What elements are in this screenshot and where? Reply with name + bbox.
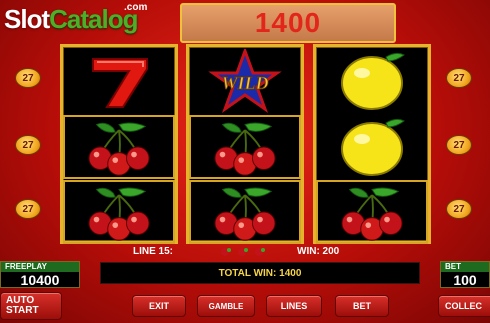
lines-button[interactable]: LINES <box>266 295 322 317</box>
mini-cherries-icon <box>221 248 265 256</box>
auto-start-line2: START <box>6 305 39 316</box>
cherries-icon <box>88 122 150 176</box>
seven-symbol <box>63 49 175 113</box>
exit-button[interactable]: EXIT <box>132 295 186 317</box>
cherries-symbol <box>189 115 301 179</box>
auto-start-button[interactable]: AUTO START <box>0 292 62 320</box>
gamble-button[interactable]: GAMBLE <box>197 295 255 317</box>
collect-button[interactable]: COLLEC <box>438 295 490 317</box>
cherries-icon <box>214 187 276 241</box>
wild-symbol: WILD <box>189 49 301 113</box>
line-badge-right-3[interactable]: 27 <box>446 199 472 219</box>
freeplay-value: 10400 <box>20 272 60 288</box>
bet-value: 100 <box>453 272 477 288</box>
lemon-symbol <box>316 49 428 113</box>
cherries-symbol <box>316 180 428 244</box>
lemon-symbol <box>316 115 428 179</box>
total-win-bar: TOTAL WIN: 1400 <box>100 262 420 284</box>
logo-slot-text: Slot <box>4 4 50 34</box>
reel-2: WILD <box>186 44 304 244</box>
line-badge-left-1[interactable]: 27 <box>15 68 41 88</box>
bet-panel: BET 100 <box>440 261 490 288</box>
reel-1 <box>60 44 178 244</box>
lemon-icon <box>341 52 405 110</box>
cherries-symbol <box>189 180 301 244</box>
line-info: LINE 15: <box>133 246 174 257</box>
seven-icon <box>92 58 148 108</box>
cherries-symbol <box>63 115 175 179</box>
lemon-icon <box>341 118 405 176</box>
win-display: 1400 <box>180 3 396 43</box>
line-badge-left-2[interactable]: 27 <box>15 135 41 155</box>
wild-star-icon: WILD <box>208 49 282 113</box>
cherries-symbol <box>63 180 175 244</box>
line-win-info: WIN: 200 <box>297 246 340 257</box>
line-badge-right-2[interactable]: 27 <box>446 135 472 155</box>
cherries-icon <box>88 187 150 241</box>
bet-label: BET <box>441 262 489 272</box>
line-badge-left-3[interactable]: 27 <box>15 199 41 219</box>
line-badge-right-1[interactable]: 27 <box>446 68 472 88</box>
freeplay-panel: FREEPLAY 10400 <box>0 261 80 288</box>
total-win-text: TOTAL WIN: 1400 <box>218 267 302 279</box>
reel-3 <box>313 44 431 244</box>
slotcatalog-logo: SlotCatalog .com <box>4 2 154 42</box>
bet-button[interactable]: BET <box>335 295 389 317</box>
freeplay-label: FREEPLAY <box>1 262 79 272</box>
cherries-icon <box>341 187 403 241</box>
win-display-value: 1400 <box>254 7 322 38</box>
cherries-icon <box>214 122 276 176</box>
logo-suffix: .com <box>124 2 148 13</box>
wild-label: WILD <box>221 73 268 93</box>
